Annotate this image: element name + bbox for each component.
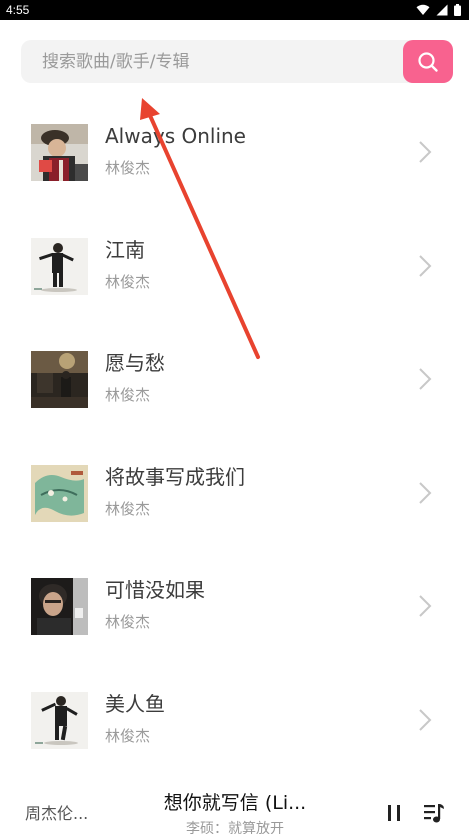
- song-row[interactable]: 愿与愁 林俊杰: [0, 322, 469, 436]
- chevron-right-icon: [419, 254, 432, 277]
- song-row[interactable]: 江南 林俊杰: [0, 209, 469, 323]
- search-button[interactable]: [403, 40, 453, 83]
- song-artist: 林俊杰: [105, 386, 151, 404]
- album-cover: [31, 351, 88, 408]
- song-artist: 林俊杰: [105, 272, 151, 291]
- song-artist: 林俊杰: [105, 613, 151, 631]
- song-title: 愿与愁: [105, 351, 165, 375]
- song-artist: 林俊杰: [105, 726, 151, 745]
- song-row[interactable]: 将故事写成我们 林俊杰: [0, 436, 469, 550]
- song-row[interactable]: Always Online 林俊杰: [0, 95, 469, 209]
- song-row[interactable]: 美人鱼 林俊杰: [0, 663, 469, 777]
- search-box: [21, 40, 426, 83]
- now-playing-lyric: 李硕：就算放开: [186, 821, 284, 834]
- song-row[interactable]: 可惜没如果 林俊杰: [0, 549, 469, 663]
- song-title: 江南: [105, 237, 145, 262]
- song-artist: 林俊杰: [105, 159, 151, 177]
- playlist-icon[interactable]: [423, 802, 445, 824]
- status-bar: 4:55: [0, 0, 469, 20]
- search-input[interactable]: [21, 40, 381, 83]
- now-playing-title[interactable]: 想你就写信 (Li...: [130, 788, 340, 815]
- wifi-icon: [416, 4, 430, 15]
- previous-song-label[interactable]: 周杰伦...: [25, 800, 88, 824]
- battery-icon: [454, 4, 461, 16]
- album-cover: [31, 578, 88, 635]
- song-title: 美人鱼: [105, 691, 165, 716]
- mini-player: 周杰伦... 想你就写信 (Li... 李硕：就算放开: [0, 776, 469, 834]
- chevron-right-icon: [419, 368, 432, 390]
- chevron-right-icon: [419, 595, 432, 617]
- song-list: Always Online 林俊杰 江南 林俊杰 愿与愁 林俊杰 将故事写成我们…: [0, 95, 469, 776]
- status-icons: [416, 3, 461, 17]
- song-title: Always Online: [105, 124, 246, 148]
- song-artist: 林俊杰: [105, 499, 151, 518]
- chevron-right-icon: [419, 708, 432, 731]
- album-cover: [31, 124, 88, 181]
- music-search-screen: 4:55 搜索歌曲/歌手/专辑 Always Online 林俊杰 江南 林俊杰…: [0, 0, 469, 834]
- status-time: 4:55: [6, 3, 30, 17]
- pause-icon[interactable]: [386, 804, 402, 822]
- search-icon: [418, 51, 438, 72]
- album-cover: [31, 464, 88, 522]
- album-cover: [31, 691, 88, 749]
- album-cover: [31, 237, 88, 295]
- signal-icon: [436, 4, 448, 16]
- chevron-right-icon: [419, 481, 432, 504]
- song-title: 可惜没如果: [105, 578, 205, 602]
- song-title: 将故事写成我们: [105, 464, 245, 489]
- chevron-right-icon: [419, 141, 432, 163]
